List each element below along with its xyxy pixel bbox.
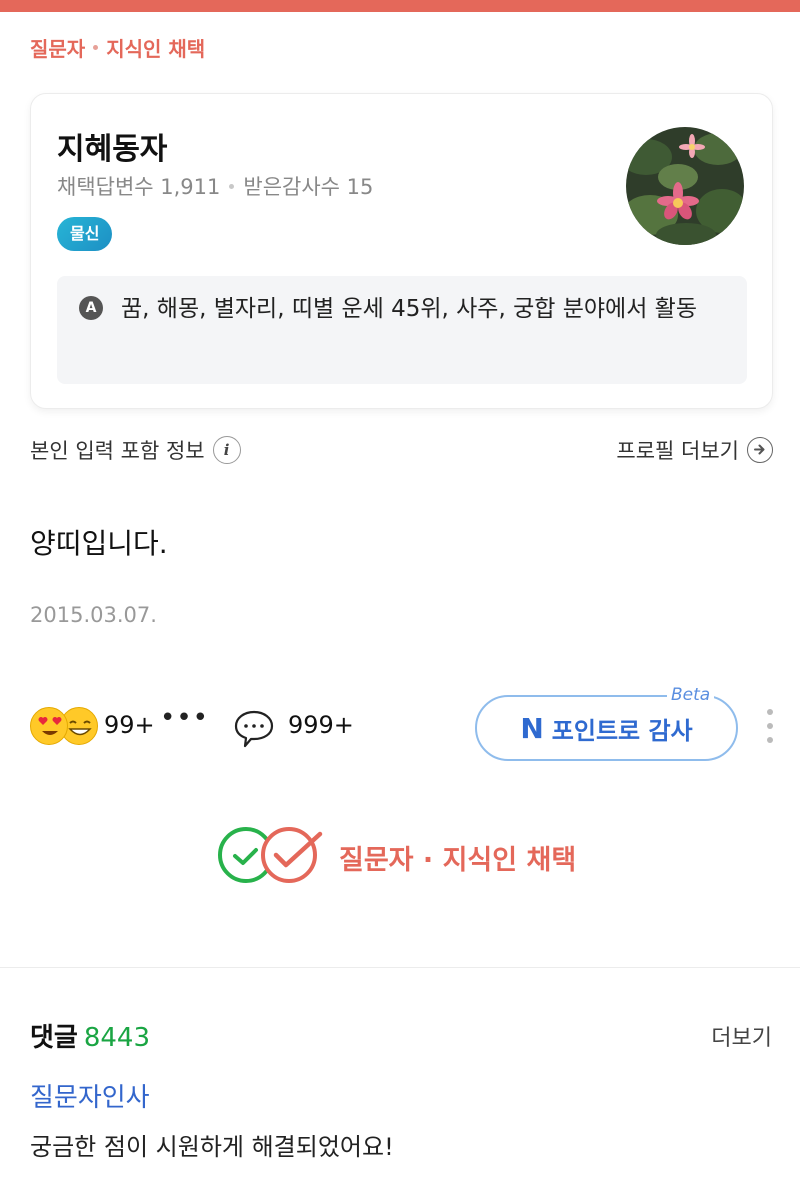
selected-by-kin: 지식인 채택 xyxy=(106,37,206,61)
thanks-count: 받은감사수 15 xyxy=(243,175,374,199)
profile-more-link[interactable]: 프로필 더보기 xyxy=(616,435,773,465)
reaction-emojis[interactable] xyxy=(30,707,102,747)
point-thanks-label: 포인트로 감사 xyxy=(551,716,693,745)
comments-more-button[interactable]: 더보기 xyxy=(711,1020,772,1052)
section-divider xyxy=(0,967,800,968)
more-reactions-button[interactable]: ••• xyxy=(160,703,209,733)
heart-eyes-emoji-icon xyxy=(30,707,68,745)
water-lily-photo xyxy=(626,127,744,245)
naver-point-icon: N xyxy=(520,711,544,745)
answerer-profile-card[interactable]: 지혜동자 채택답변수 1,911 받은감사수 15 물신 A 꿈, 해몽, 별자… xyxy=(30,93,773,409)
speech-bubble-icon[interactable] xyxy=(232,706,276,750)
separator-dot xyxy=(229,183,235,189)
selected-by-asker: 질문자 xyxy=(30,37,86,61)
answerer-stats: 채택답변수 1,911 받은감사수 15 xyxy=(57,171,373,201)
beta-tag: Beta xyxy=(667,685,715,705)
separator-dot xyxy=(93,45,99,50)
self-input-info-label: 본인 입력 포함 정보 xyxy=(30,439,205,463)
reaction-count: 99+ xyxy=(104,711,155,739)
check-circle-icon xyxy=(218,827,323,883)
selected-header: 질문자 지식인 채택 xyxy=(30,33,205,62)
rank-badge: 물신 xyxy=(57,217,113,251)
activity-icon: A xyxy=(79,296,103,320)
avatar[interactable] xyxy=(626,127,744,245)
comment-count: 999+ xyxy=(288,711,354,739)
arrow-right-circle-icon xyxy=(747,437,773,463)
activity-box: A 꿈, 해몽, 별자리, 띠별 운세 45위, 사주, 궁합 분야에서 활동 xyxy=(57,276,747,384)
top-accent-bar xyxy=(0,0,800,12)
activity-text: 꿈, 해몽, 별자리, 띠별 운세 45위, 사주, 궁합 분야에서 활동 xyxy=(121,296,697,322)
profile-more-label: 프로필 더보기 xyxy=(616,439,739,463)
comments-count: 8443 xyxy=(83,1023,151,1053)
selected-answer-count: 채택답변수 1,911 xyxy=(57,175,221,199)
answer-date: 2015.03.07. xyxy=(30,603,157,627)
self-input-info[interactable]: 본인 입력 포함 정보 i xyxy=(30,435,241,465)
info-row: 본인 입력 포함 정보 i 프로필 더보기 xyxy=(30,430,773,470)
comment-author[interactable]: 질문자인사 xyxy=(30,1077,150,1114)
reaction-row: 99+ ••• 999+ N 포인트로 감사 Beta xyxy=(30,685,780,763)
comments-title-label: 댓글 xyxy=(30,1023,78,1053)
adopted-label: 질문자 · 지식인 채택 xyxy=(339,845,577,876)
info-icon[interactable]: i xyxy=(212,436,241,464)
adopted-mark: 질문자 · 지식인 채택 xyxy=(216,822,576,888)
comments-title: 댓글 8443 xyxy=(30,1017,150,1054)
kebab-menu-icon[interactable] xyxy=(764,709,776,749)
answer-text: 양띠입니다. xyxy=(30,527,168,560)
comment-body: 궁금한 점이 시원하게 해결되었어요! xyxy=(30,1133,394,1161)
answerer-name[interactable]: 지혜동자 xyxy=(57,124,167,168)
